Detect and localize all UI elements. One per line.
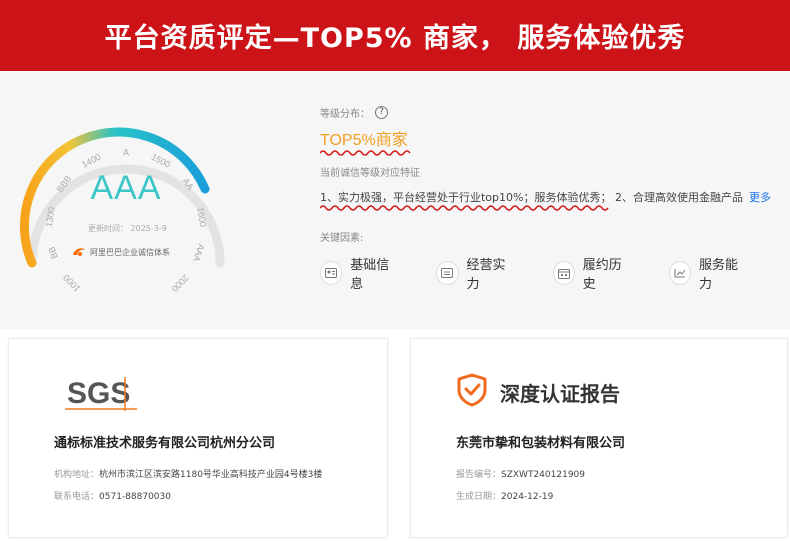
address-label: 机构地址：: [54, 470, 100, 480]
report-title: 深度认证报告: [500, 381, 620, 406]
feature-label: 当前诚信等级对应特征: [320, 168, 420, 179]
store-icon: [436, 261, 459, 285]
phone-value: 0571-88870030: [99, 492, 171, 502]
sgs-card[interactable]: SGS 通标标准技术服务有限公司杭州分公司 机构地址：杭州市滨江区滨安路1180…: [8, 338, 388, 538]
factor-business-strength[interactable]: 经营实力: [436, 254, 514, 292]
feature-text-wrap: 1、实力极强，平台经营处于行业top10%；服务体验优秀； 2、合理高效使用金融…: [320, 189, 743, 211]
report-date-row: 生成日期：2024-12-19: [456, 489, 553, 502]
factor-label: 经营实力: [466, 258, 506, 292]
feature-text: 1、实力极强，平台经营处于行业top10%；服务体验优秀； 2、合理高效使用金融…: [320, 191, 743, 204]
credit-gauge: 1000 BB 1300 BBB 1400 A 1500 AA 1600 AAA 2000 AAA …: [10, 111, 270, 331]
report-date-value: 2024-12-19: [501, 492, 554, 502]
factor-label: 基础信息: [350, 258, 390, 292]
calendar-icon: [552, 261, 575, 285]
report-date-label: 生成日期：: [456, 492, 502, 502]
gauge-tick-label: 1600: [195, 206, 208, 227]
level-value-text: TOP5%商家: [320, 132, 408, 149]
factor-basic-info[interactable]: 基础信息: [320, 254, 398, 292]
report-number-row: 报告编号：SZXWT240121909: [456, 467, 585, 480]
credit-system-label: 阿里巴巴企业诚信体系: [90, 247, 170, 257]
sgs-company-name: 通标标准技术服务有限公司杭州分公司: [54, 436, 276, 451]
sgs-address-row: 机构地址：杭州市滨江区滨安路1180号华业高科技产业园4号楼3楼: [54, 467, 322, 480]
report-header: 深度认证报告: [456, 373, 620, 411]
gauge-tick-label: A: [123, 147, 129, 157]
sgs-logo: SGS: [65, 373, 145, 417]
factor-label: 服务能力: [699, 258, 739, 292]
gauge-tick-label: 1000: [61, 273, 82, 294]
credit-info: 等级分布： ? TOP5%商家 当前诚信等级对应特征 1、实力极强，平台经营处于…: [320, 105, 785, 292]
more-link[interactable]: 更多: [749, 189, 771, 205]
factor-fulfillment-history[interactable]: 履约历史: [552, 254, 631, 292]
gauge-tick-label: AAA: [191, 243, 206, 263]
gauge-arc: 1000BB1300BBB1400 A 1500AA1600AAA2000: [19, 127, 225, 294]
gauge-tick-label: 1500: [150, 152, 172, 170]
shield-check-icon: [456, 373, 488, 411]
gauge-tick-label: 1300: [44, 206, 57, 227]
key-factors-label: 关键因素:: [320, 233, 364, 244]
alibaba-credit-system: 阿里巴巴企业诚信体系: [72, 246, 170, 258]
level-value: TOP5%商家: [320, 126, 785, 156]
update-date: 更新时间： 2025-3-9: [88, 224, 167, 233]
report-company-name: 东莞市挚和包装材料有限公司: [456, 436, 626, 451]
credit-panel: 1000 BB 1300 BBB 1400 A 1500 AA 1600 AAA 2000 AAA …: [0, 71, 790, 329]
report-card[interactable]: 深度认证报告 东莞市挚和包装材料有限公司 报告编号：SZXWT240121909…: [410, 338, 788, 538]
gauge-tick-label: BB: [46, 245, 59, 260]
level-value-wrap: TOP5%商家: [320, 126, 411, 156]
level-distribution-label: 等级分布： ?: [320, 105, 785, 120]
address-value: 杭州市滨江区滨安路1180号华业高科技产业园4号楼3楼: [99, 470, 323, 480]
feature-wavy-underline: [320, 205, 609, 211]
chart-icon: [668, 261, 692, 285]
feature-row: 1、实力极强，平台经营处于行业top10%；服务体验优秀； 2、合理高效使用金融…: [320, 189, 785, 211]
banner-title: 平台资质评定—TOP5% 商家， 服务体验优秀: [104, 23, 686, 54]
credit-grade: AAA: [90, 169, 162, 207]
wavy-underline: [320, 150, 411, 156]
alibaba-logo-icon: [72, 246, 86, 258]
help-icon[interactable]: ?: [375, 106, 388, 119]
factor-service-capability[interactable]: 服务能力: [668, 254, 747, 292]
key-factors: 基础信息 经营实力 履约历史 服务能力: [320, 254, 785, 292]
report-number-label: 报告编号：: [456, 470, 502, 480]
banner: 平台资质评定—TOP5% 商家， 服务体验优秀: [0, 0, 790, 71]
gauge-tick-label: 2000: [170, 273, 191, 294]
sgs-logo-text: SGS: [67, 377, 130, 410]
phone-label: 联系电话：: [54, 492, 100, 502]
report-number-value: SZXWT240121909: [501, 470, 585, 480]
level-label-text: 等级分布：: [320, 109, 370, 120]
sgs-phone-row: 联系电话：0571-88870030: [54, 489, 171, 502]
id-card-icon: [320, 261, 343, 285]
gauge-tick-label: 1400: [80, 152, 102, 170]
factor-label: 履约历史: [582, 258, 622, 292]
